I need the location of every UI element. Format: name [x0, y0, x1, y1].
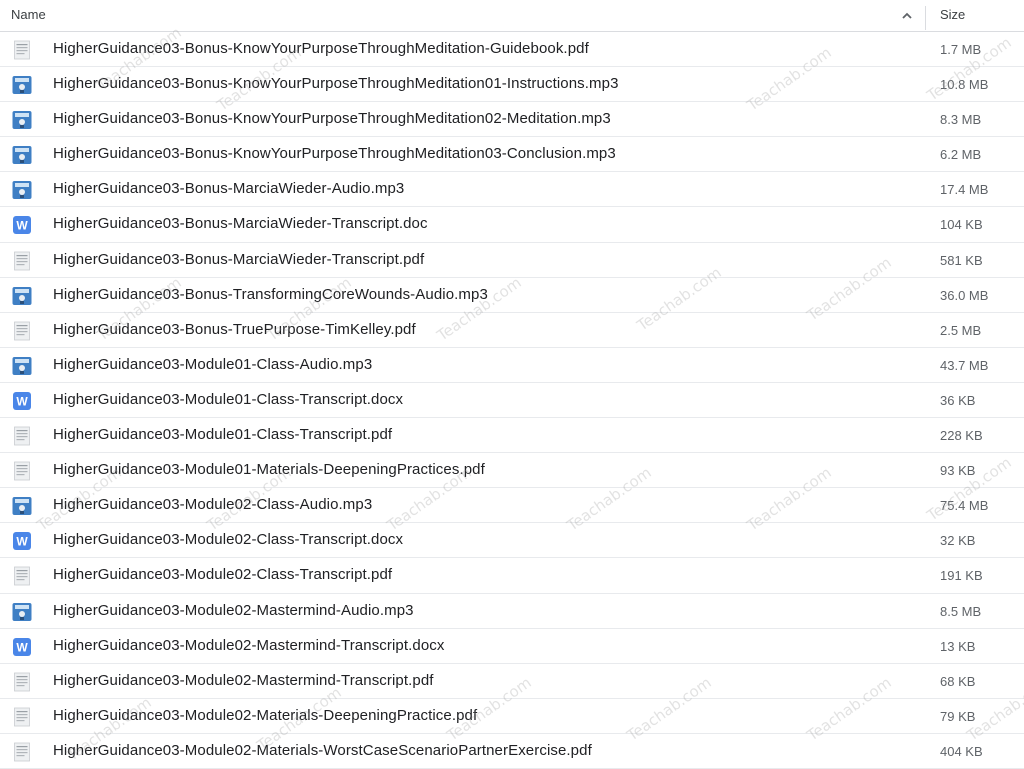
file-size: 581 KB — [940, 252, 983, 268]
file-name: HigherGuidance03-Bonus-KnowYourPurposeTh… — [53, 110, 611, 128]
file-name: HigherGuidance03-Module02-Class-Audio.mp… — [53, 496, 373, 514]
file-name: HigherGuidance03-Module02-Materials-Deep… — [53, 706, 478, 724]
audio-thumbnail-icon — [12, 356, 32, 376]
pdf-thumbnail-icon — [12, 321, 32, 341]
svg-text:W: W — [16, 394, 28, 408]
file-row[interactable]: HigherGuidance03-Bonus-MarciaWieder-Tran… — [0, 243, 1024, 278]
file-name: HigherGuidance03-Module02-Class-Transcri… — [53, 531, 404, 549]
file-row[interactable]: HigherGuidance03-Module02-Class-Transcri… — [0, 558, 1024, 594]
file-row[interactable]: HigherGuidance03-Bonus-KnowYourPurposeTh… — [0, 137, 1024, 173]
file-row[interactable]: W HigherGuidance03-Module02-Mastermind-Tr… — [0, 629, 1024, 664]
file-row[interactable]: HigherGuidance03-Bonus-KnowYourPurposeTh… — [0, 67, 1024, 103]
audio-thumbnail-icon — [12, 145, 32, 165]
file-name: HigherGuidance03-Bonus-KnowYourPurposeTh… — [53, 75, 619, 93]
file-name: HigherGuidance03-Module01-Class-Audio.mp… — [53, 355, 373, 373]
file-name: HigherGuidance03-Module02-Materials-Wors… — [53, 741, 592, 759]
file-size: 93 KB — [940, 463, 976, 479]
audio-thumbnail-icon — [12, 180, 32, 200]
pdf-thumbnail-icon — [12, 707, 32, 727]
file-size: 36.0 MB — [940, 287, 989, 303]
file-row[interactable]: HigherGuidance03-Bonus-KnowYourPurposeTh… — [0, 32, 1024, 68]
pdf-thumbnail-icon — [12, 426, 32, 446]
file-row[interactable]: HigherGuidance03-Module02-Mastermind-Tra… — [0, 664, 1024, 699]
file-row[interactable]: HigherGuidance03-Module01-Class-Transcri… — [0, 418, 1024, 454]
file-size: 228 KB — [940, 428, 983, 444]
file-name: HigherGuidance03-Bonus-MarciaWieder-Audi… — [53, 180, 405, 198]
file-size: 1.7 MB — [940, 42, 982, 57]
file-name: HigherGuidance03-Bonus-MarciaWieder-Tran… — [53, 250, 425, 268]
audio-thumbnail-icon — [12, 602, 32, 622]
word-icon: W — [12, 391, 32, 411]
svg-text:W: W — [16, 219, 28, 233]
chevron-up-icon[interactable] — [897, 6, 917, 26]
file-row[interactable]: W HigherGuidance03-Module02-Class-Transcr… — [0, 523, 1024, 559]
file-size: 6.2 MB — [940, 147, 982, 163]
file-name: HigherGuidance03-Bonus-TransformingCoreW… — [53, 285, 488, 303]
file-row[interactable]: HigherGuidance03-Module02-Materials-Wors… — [0, 734, 1024, 769]
file-size: 191 KB — [940, 568, 983, 584]
file-name: HigherGuidance03-Module02-Mastermind-Aud… — [53, 601, 414, 619]
audio-thumbnail-icon — [12, 286, 32, 306]
file-name: HigherGuidance03-Module02-Mastermind-Tra… — [53, 671, 434, 689]
file-name: HigherGuidance03-Module01-Class-Transcri… — [53, 390, 404, 408]
file-size: 32 KB — [940, 533, 976, 549]
file-name: HigherGuidance03-Bonus-KnowYourPurposeTh… — [53, 145, 616, 163]
column-divider[interactable] — [925, 6, 926, 30]
file-size: 17.4 MB — [940, 182, 989, 198]
file-name: HigherGuidance03-Bonus-KnowYourPurposeTh… — [53, 40, 589, 57]
file-name: HigherGuidance03-Bonus-TruePurpose-TimKe… — [53, 320, 416, 338]
file-list: HigherGuidance03-Bonus-KnowYourPurposeTh… — [0, 32, 1024, 769]
file-row[interactable]: HigherGuidance03-Bonus-MarciaWieder-Audi… — [0, 172, 1024, 208]
file-size: 75.4 MB — [940, 498, 989, 514]
audio-thumbnail-icon — [12, 75, 32, 95]
file-row[interactable]: HigherGuidance03-Module01-Materials-Deep… — [0, 453, 1024, 489]
file-size: 10.8 MB — [940, 77, 989, 93]
file-row[interactable]: W HigherGuidance03-Module01-Class-Transcr… — [0, 383, 1024, 419]
file-name: HigherGuidance03-Module01-Class-Transcri… — [53, 426, 393, 444]
file-row[interactable]: HigherGuidance03-Bonus-KnowYourPurposeTh… — [0, 102, 1024, 138]
pdf-thumbnail-icon — [12, 566, 32, 586]
file-row[interactable]: HigherGuidance03-Module02-Materials-Deep… — [0, 699, 1024, 734]
file-name: HigherGuidance03-Module01-Materials-Deep… — [53, 461, 485, 479]
pdf-thumbnail-icon — [12, 251, 32, 271]
file-size: 104 KB — [940, 217, 983, 233]
file-name: HigherGuidance03-Module02-Mastermind-Tra… — [53, 636, 445, 654]
audio-thumbnail-icon — [12, 496, 32, 516]
pdf-thumbnail-icon — [12, 672, 32, 692]
file-size: 8.3 MB — [940, 112, 982, 128]
svg-text:W: W — [16, 535, 28, 549]
file-row[interactable]: HigherGuidance03-Bonus-TransformingCoreW… — [0, 278, 1024, 313]
file-row[interactable]: HigherGuidance03-Module02-Mastermind-Aud… — [0, 594, 1024, 629]
file-row[interactable]: HigherGuidance03-Bonus-TruePurpose-TimKe… — [0, 313, 1024, 348]
word-icon: W — [12, 531, 32, 551]
pdf-thumbnail-icon — [12, 461, 32, 481]
file-size: 43.7 MB — [940, 357, 989, 373]
word-icon: W — [12, 215, 32, 235]
file-size: 79 KB — [940, 708, 976, 724]
pdf-thumbnail-icon — [12, 742, 32, 762]
file-row[interactable]: HigherGuidance03-Module01-Class-Audio.mp… — [0, 348, 1024, 383]
file-size: 13 KB — [940, 638, 976, 654]
file-row[interactable]: W HigherGuidance03-Bonus-MarciaWieder-Tra… — [0, 207, 1024, 243]
column-header-name[interactable]: Name — [11, 7, 46, 22]
file-name: HigherGuidance03-Module02-Class-Transcri… — [53, 566, 393, 584]
file-size: 8.5 MB — [940, 603, 982, 619]
file-size: 68 KB — [940, 673, 976, 689]
word-icon: W — [12, 637, 32, 657]
pdf-thumbnail-icon — [12, 40, 32, 60]
column-header-size[interactable]: Size — [940, 7, 965, 22]
file-size: 404 KB — [940, 743, 983, 759]
audio-thumbnail-icon — [12, 110, 32, 130]
file-size: 2.5 MB — [940, 322, 982, 338]
file-name: HigherGuidance03-Bonus-MarciaWieder-Tran… — [53, 215, 428, 233]
file-size: 36 KB — [940, 392, 976, 408]
file-list-header: Name Size — [0, 0, 1024, 32]
file-row[interactable]: HigherGuidance03-Module02-Class-Audio.mp… — [0, 488, 1024, 524]
svg-text:W: W — [16, 640, 28, 654]
